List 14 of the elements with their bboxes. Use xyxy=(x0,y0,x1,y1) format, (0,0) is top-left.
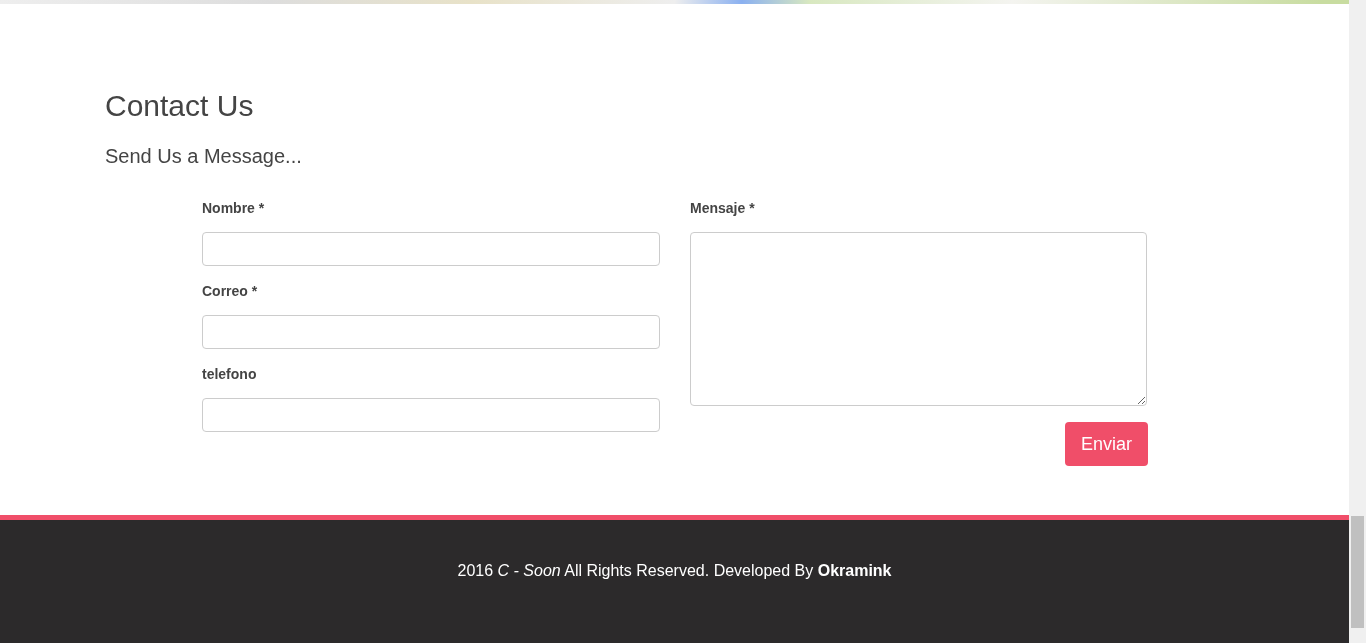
input-field[interactable] xyxy=(202,315,660,349)
scrollbar-thumb[interactable] xyxy=(1351,516,1364,628)
field-label: Nombre * xyxy=(202,199,266,218)
field-label: Mensaje * xyxy=(690,199,756,218)
section-subtitle: Send Us a Message... xyxy=(105,144,303,168)
field-label: Correo * xyxy=(202,282,259,301)
scrollbar[interactable] xyxy=(1349,0,1366,643)
submit-button[interactable]: Enviar xyxy=(1064,422,1148,466)
message-field[interactable] xyxy=(690,232,1147,406)
section-title: Contact Us xyxy=(105,90,255,122)
input-field[interactable] xyxy=(202,398,660,432)
field-label: telefono xyxy=(202,365,258,384)
copyright-text: 2016 C - Soon All Rights Reserved. Developed By Okramink xyxy=(457,562,892,581)
input-field[interactable] xyxy=(202,232,660,266)
